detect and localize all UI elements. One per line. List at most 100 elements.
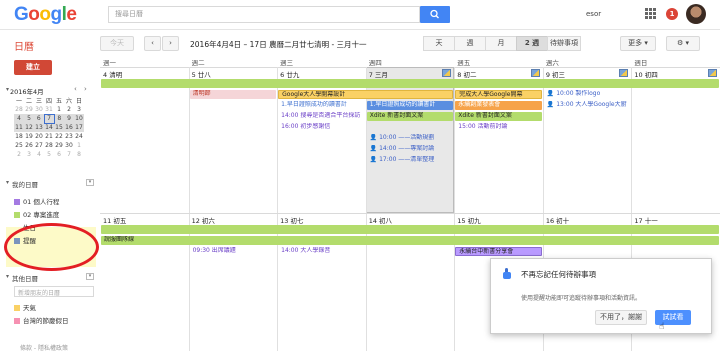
mini-day[interactable]: 4 — [34, 150, 44, 159]
mini-calendar-title[interactable]: 2016年4月 — [10, 86, 44, 96]
reminder-item[interactable]: 👤 10:00 製作logo — [544, 90, 631, 99]
calendar-event[interactable]: 09:30 出席議題 — [190, 247, 277, 256]
collapse-arrow-icon[interactable]: ▾ — [6, 179, 9, 186]
prev-button[interactable]: ‹ — [144, 36, 161, 51]
calendar-event[interactable]: 1.早日證照成功的讀書計 — [366, 101, 454, 110]
calendar-event[interactable]: 15:00 活動前討論 — [455, 123, 542, 132]
calendar-event[interactable] — [101, 225, 719, 234]
calendar-event[interactable]: Xdite 新書封面文案 — [366, 112, 454, 121]
calendar-event[interactable]: 說服團隊線 — [101, 236, 719, 245]
dismiss-button[interactable]: 不用了，謝謝 — [595, 310, 647, 325]
calendar-event[interactable] — [101, 79, 719, 88]
calendar-event[interactable]: 清明節 — [189, 90, 277, 99]
mini-day[interactable]: 5 — [24, 114, 34, 123]
reminder-item[interactable]: 👤 14:00 ——專案討論 — [367, 145, 454, 154]
mini-day[interactable]: 7 — [43, 113, 55, 124]
mini-day[interactable]: 24 — [74, 132, 84, 141]
mini-day[interactable]: 17 — [74, 123, 84, 132]
next-button[interactable]: › — [162, 36, 179, 51]
calendar-event[interactable]: 14:00 搜尋是否適合平台採訪 — [278, 112, 365, 121]
mini-day[interactable]: 10 — [74, 114, 84, 123]
view-tab[interactable]: 週 — [454, 36, 486, 51]
mini-day[interactable]: 29 — [54, 141, 64, 150]
mini-day[interactable]: 15 — [54, 123, 64, 132]
date-label[interactable]: 11 初五 — [103, 215, 126, 225]
reminder-item[interactable]: 👤 17:00 ——清單整理 — [367, 156, 454, 165]
more-button[interactable]: 更多 ▾ — [620, 36, 656, 51]
calendar-event[interactable]: Xdite 新書封面文案 — [455, 112, 542, 121]
mini-day[interactable]: 30 — [34, 105, 44, 114]
mini-day[interactable]: 6 — [54, 150, 64, 159]
avatar[interactable] — [686, 4, 706, 24]
mini-day[interactable]: 3 — [24, 150, 34, 159]
mini-day[interactable]: 8 — [74, 150, 84, 159]
mini-day[interactable]: 6 — [34, 114, 44, 123]
search-button[interactable] — [420, 6, 450, 23]
mini-day[interactable]: 23 — [64, 132, 74, 141]
settings-button[interactable]: ⚙ ▾ — [666, 36, 700, 51]
date-label[interactable]: 7 三月 — [369, 69, 388, 79]
mini-day[interactable]: 4 — [14, 114, 24, 123]
mini-day[interactable]: 30 — [64, 141, 74, 150]
date-label[interactable]: 6 廿九 — [280, 69, 299, 79]
date-label[interactable]: 8 初二 — [457, 69, 476, 79]
notifications-badge[interactable]: 1 — [666, 8, 678, 20]
view-tab[interactable]: 天 — [423, 36, 455, 51]
calendar-item[interactable]: 02 專案進度 — [14, 209, 59, 222]
mini-day[interactable]: 28 — [14, 105, 24, 114]
date-label[interactable]: 16 初十 — [546, 215, 569, 225]
mini-day[interactable]: 7 — [64, 150, 74, 159]
date-label[interactable]: 5 廿八 — [192, 69, 211, 79]
mini-day[interactable]: 19 — [24, 132, 34, 141]
mini-day[interactable]: 3 — [74, 105, 84, 114]
calendar-event[interactable]: 1.早日證照成功的讀書計 — [278, 101, 365, 110]
mini-day[interactable]: 14 — [44, 123, 54, 132]
date-label[interactable]: 10 初四 — [634, 69, 657, 79]
date-label[interactable]: 9 初三 — [546, 69, 565, 79]
mini-day[interactable]: 8 — [54, 114, 64, 123]
date-label[interactable]: 17 十一 — [634, 215, 657, 225]
mini-day[interactable]: 16 — [64, 123, 74, 132]
date-label[interactable]: 14 初八 — [369, 215, 392, 225]
calendar-item[interactable]: 天氣 — [14, 302, 69, 315]
mini-day[interactable]: 2 — [64, 105, 74, 114]
view-tab[interactable]: 2 週 — [516, 36, 548, 51]
apps-grid-icon[interactable] — [645, 8, 656, 19]
date-label[interactable]: 12 初六 — [192, 215, 215, 225]
reminder-item[interactable]: 👤 13:00 大人學Google大廚 — [544, 101, 631, 110]
calendar-event[interactable]: Google大人學開幕設計 — [278, 90, 454, 99]
mini-day[interactable]: 12 — [24, 123, 34, 132]
calendar-event[interactable]: 16:00 初步感謝信 — [278, 123, 365, 132]
search-input[interactable]: 搜尋日曆 — [108, 6, 420, 23]
view-tab[interactable]: 待辦事項 — [547, 36, 581, 51]
google-logo[interactable]: Google — [14, 4, 77, 26]
calendar-event[interactable]: 14:00 大人學錄音 — [278, 247, 365, 256]
mini-day[interactable]: 27 — [34, 141, 44, 150]
mini-day[interactable]: 5 — [44, 150, 54, 159]
my-calendars-title[interactable]: 我的日曆 — [12, 179, 38, 189]
mini-prev-button[interactable]: ‹ — [74, 85, 77, 93]
mini-day[interactable]: 29 — [24, 105, 34, 114]
mini-day[interactable]: 2 — [14, 150, 24, 159]
mini-day[interactable]: 31 — [44, 105, 54, 114]
mini-day[interactable]: 28 — [44, 141, 54, 150]
mini-day[interactable]: 13 — [34, 123, 44, 132]
mini-day[interactable]: 26 — [24, 141, 34, 150]
other-calendars-menu-icon[interactable]: ▾ — [86, 273, 94, 280]
calendar-event[interactable]: 永續創業發表會 — [455, 101, 542, 110]
mini-day[interactable]: 11 — [14, 123, 24, 132]
mini-day[interactable]: 1 — [74, 141, 84, 150]
my-calendars-menu-icon[interactable]: ▾ — [86, 179, 94, 186]
calendar-item[interactable]: 01 個人行程 — [14, 196, 59, 209]
mini-day[interactable]: 9 — [64, 114, 74, 123]
date-label[interactable]: 4 清明 — [103, 69, 122, 79]
reminder-item[interactable]: 👤 10:00 ——活動規劃 — [367, 134, 454, 143]
mini-day[interactable]: 22 — [54, 132, 64, 141]
add-calendar-input[interactable]: 新增朋友的日曆 — [14, 286, 94, 297]
date-label[interactable]: 13 初七 — [280, 215, 303, 225]
date-label[interactable]: 15 初九 — [457, 215, 480, 225]
mini-next-button[interactable]: › — [84, 85, 87, 93]
mini-day[interactable]: 25 — [14, 141, 24, 150]
mini-day[interactable]: 1 — [54, 105, 64, 114]
mini-day[interactable]: 18 — [14, 132, 24, 141]
